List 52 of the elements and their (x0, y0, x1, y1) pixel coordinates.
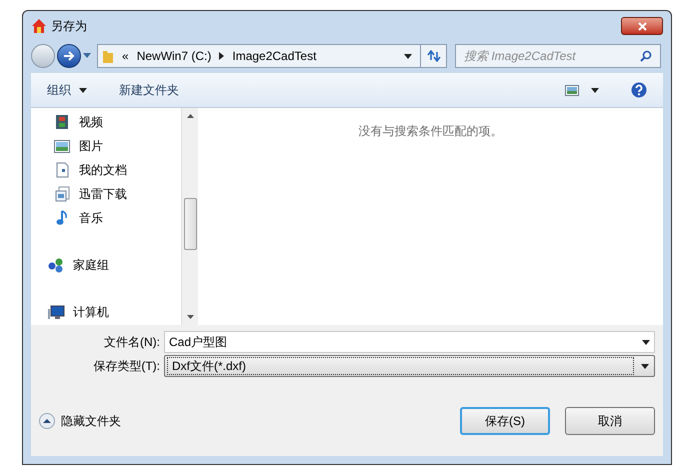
document-icon (56, 162, 68, 178)
scroll-down-icon[interactable] (186, 315, 194, 319)
breadcrumb-overflow[interactable]: « (122, 47, 129, 65)
chevron-right-icon (219, 52, 224, 60)
search-placeholder: 搜索 Image2CadTest (464, 48, 577, 65)
dropdown-caret-icon[interactable] (83, 53, 91, 59)
forward-button[interactable] (57, 44, 81, 68)
sidebar-item[interactable]: 家庭组 (47, 253, 181, 277)
cancel-button[interactable]: 取消 (565, 407, 655, 435)
filename-label: 文件名(N): (103, 334, 161, 351)
caret-icon (641, 364, 649, 368)
address-dropdown-icon (404, 54, 412, 58)
house-icon (31, 18, 47, 34)
sidebar-item[interactable]: 音乐 (53, 206, 181, 230)
file-type-label: 保存类型(T): (92, 358, 161, 375)
close-icon (638, 22, 646, 30)
window-title: 另存为 (51, 18, 87, 35)
arrow-right-icon (63, 51, 75, 61)
film-icon (55, 114, 69, 130)
scrollbar[interactable] (181, 108, 198, 325)
sidebar-item[interactable]: 迅雷下载 (53, 182, 181, 206)
organize-button[interactable]: 组织 (47, 81, 87, 99)
file-type-dropdown[interactable]: Dxf文件(*.dxf) (164, 355, 655, 377)
scroll-up-icon[interactable] (186, 114, 194, 118)
help-icon[interactable] (631, 82, 647, 98)
view-caret-icon (591, 88, 599, 92)
hide-folders-button[interactable]: 隐藏文件夹 (39, 412, 121, 430)
empty-message: 没有与搜索条件匹配的项。 (358, 123, 502, 140)
sidebar-item[interactable]: 我的文档 (53, 158, 181, 182)
filename-field[interactable]: Cad户型图 (164, 331, 655, 353)
chevron-up-icon (39, 413, 55, 429)
sidebar-item[interactable]: 计算机 (47, 300, 181, 324)
save-button[interactable]: 保存(S) (460, 407, 550, 435)
folder-icon (102, 48, 114, 64)
computer-icon (48, 304, 64, 320)
breadcrumb-item[interactable]: Image2CadTest (232, 47, 316, 65)
refresh-icon[interactable] (426, 50, 440, 62)
image-icon (54, 140, 70, 152)
sidebar-item[interactable]: 图片 (53, 134, 181, 158)
scrollbar-thumb[interactable] (184, 198, 196, 250)
homegroup-icon (48, 258, 64, 272)
new-folder-button[interactable]: 新建文件夹 (119, 81, 179, 99)
close-button[interactable] (621, 17, 663, 35)
search-icon (640, 50, 652, 62)
view-icon[interactable] (565, 84, 579, 96)
caret-icon (79, 88, 87, 92)
document-stack-icon (54, 186, 70, 202)
address-bar[interactable]: « NewWin7 (C:) Image2CadTest (97, 44, 447, 68)
sidebar-item[interactable]: 视频 (53, 110, 181, 134)
caret-icon (642, 340, 650, 344)
music-note-icon (56, 210, 68, 226)
breadcrumb-item[interactable]: NewWin7 (C:) (136, 47, 212, 65)
